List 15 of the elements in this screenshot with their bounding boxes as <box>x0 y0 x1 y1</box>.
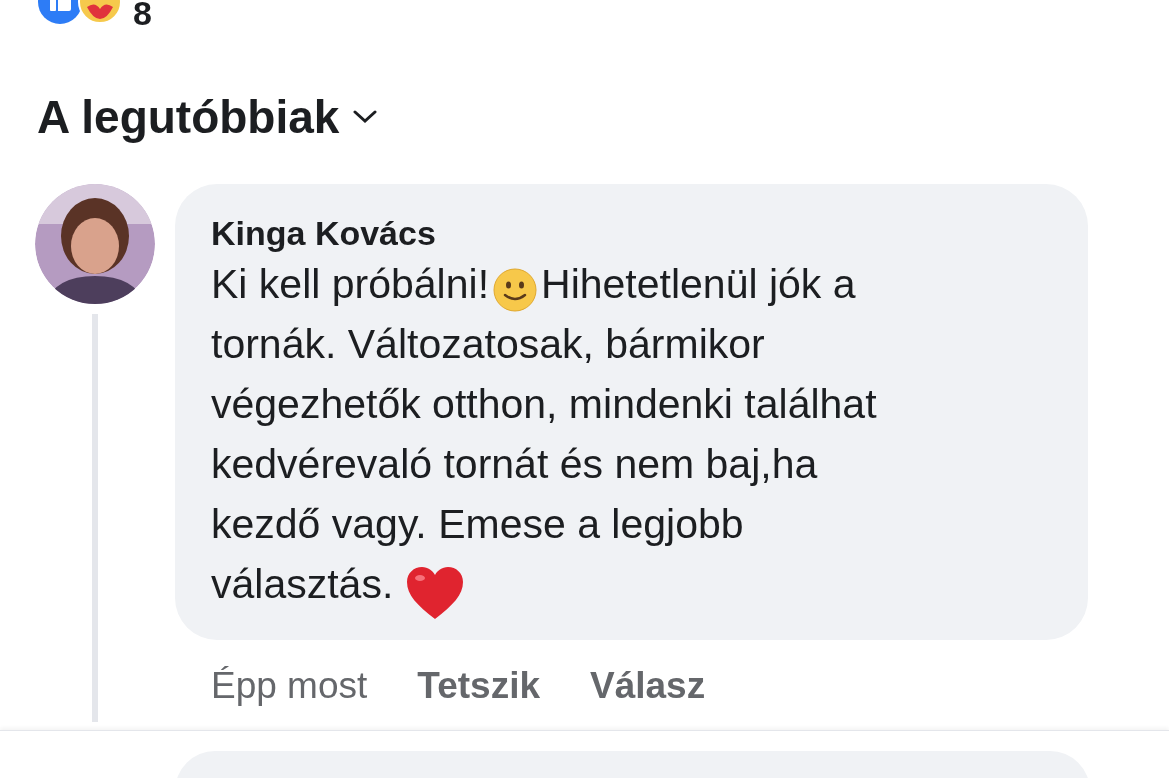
heart-icon <box>404 565 465 622</box>
comment-text: kezdő vagy. Emese a legjobb <box>211 501 744 547</box>
comment-text: Ki kell próbálni! <box>211 261 490 307</box>
author-name[interactable]: Kinga Kovács <box>211 212 1058 254</box>
comment-text: választás. <box>211 561 395 607</box>
reaction-count: 8 <box>133 0 152 26</box>
comment-action-link[interactable]: Válasz <box>590 658 706 714</box>
comment-text: Hihetetlenül jók a <box>541 261 856 307</box>
comment-text: kedvérevaló tornát és nem baj,ha <box>211 441 818 487</box>
comment-action-link[interactable]: Tetszik <box>417 658 540 714</box>
chevron-down-icon <box>353 110 378 124</box>
timestamp: Épp most <box>211 664 368 708</box>
comment-text: tornák. Változatosak, bármikor <box>211 321 765 367</box>
comment-text: végezhetők otthon, mindenki találhat <box>211 381 877 427</box>
smiley-icon <box>493 268 538 313</box>
